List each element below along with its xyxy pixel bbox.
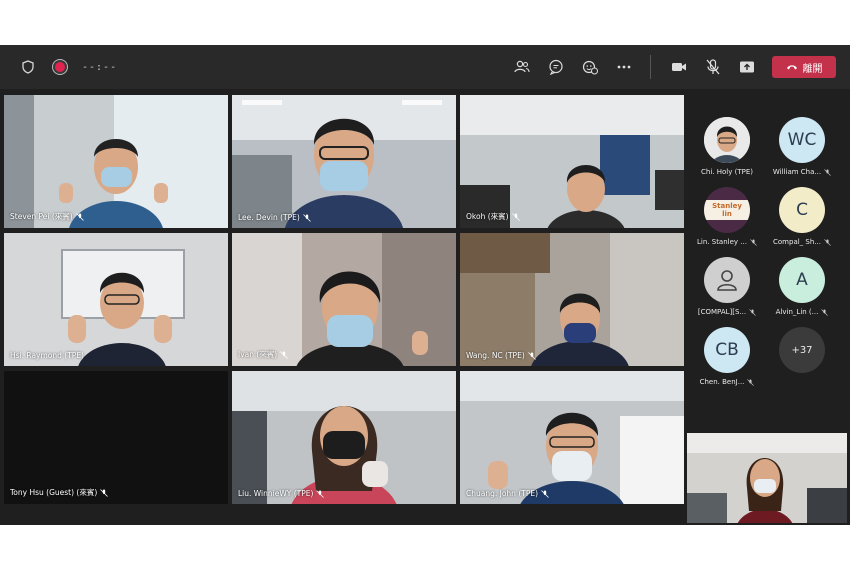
video-tile[interactable]: Lee. Devin (TPE) [232,95,456,228]
mic-muted-icon [75,212,84,221]
mic-muted-icon [750,238,757,246]
roster-name: [COMPAL][S... [697,308,747,316]
camera-icon[interactable] [664,54,694,80]
video-tile[interactable]: Liu. WinnieWY (TPE) [232,371,456,504]
video-tile[interactable]: Chuang. John (TPE) [460,371,684,504]
mic-muted-icon [824,238,831,246]
roster-participant[interactable]: Chi. Holy (TPE) [692,117,762,176]
mic-muted-icon [280,350,289,359]
self-video-feed [687,433,847,523]
mic-muted-icon [511,212,520,221]
overflow-count: +37 [779,327,825,373]
avatar-initials: CB [715,340,739,360]
participant-label: Ivan (來賓) [238,349,289,360]
record-icon[interactable] [50,57,70,77]
participant-label: Lee. Devin (TPE) [238,213,311,222]
shield-icon[interactable] [18,57,38,77]
mic-muted-icon [747,378,755,386]
video-feed [4,233,228,366]
video-feed [232,371,456,504]
mic-muted-icon [100,488,109,497]
self-view[interactable] [687,433,847,523]
roster-name: Alvin_Lin (... [775,308,819,316]
roster-name: Chi. Holy (TPE) [701,168,753,176]
avatar: A [779,257,825,303]
video-feed [460,95,684,228]
roster-name: Chen. BenJ... [699,378,745,386]
roster-participant[interactable]: C Compal_ Sh... [767,187,837,246]
user-icon [717,270,737,291]
leave-button[interactable]: 離開 [772,56,836,78]
roster-name: Lin. Stanley ... [697,238,747,246]
video-tile[interactable]: Okoh (來賓) [460,95,684,228]
participant-label: Okoh (來賓) [466,211,520,222]
roster-participant[interactable]: WC William Cha... [767,117,837,176]
roster-participant[interactable]: Stanley lin Lin. Stanley ... [692,187,762,246]
video-tile[interactable]: Hsi. Raymond (TPE) [4,233,228,366]
avatar: WC [779,117,825,163]
avatar: C [779,187,825,233]
roster-name: Compal_ Sh... [773,238,821,246]
more-icon[interactable] [609,54,639,80]
mic-muted-icon [821,308,829,316]
participant-label: Liu. WinnieWY (TPE) [238,489,325,498]
avatar-initials: C [796,200,808,220]
meeting-toolbar: --:-- 離開 [0,45,850,89]
avatar [704,117,750,163]
mic-off-icon[interactable] [698,54,728,80]
participant-label: Chuang. John (TPE) [466,489,549,498]
meeting-window: --:-- 離開 Steven Pei (來賓) Lee. Devin (TPE… [0,45,850,525]
mic-muted-icon [749,308,756,316]
video-feed [460,371,684,504]
participant-label: Steven Pei (來賓) [10,211,84,222]
avatar-initials: A [796,270,808,290]
mic-muted-icon [824,168,831,176]
participants-icon[interactable] [507,54,537,80]
roster-participant[interactable]: A Alvin_Lin (... [767,257,837,316]
video-feed [460,233,684,366]
avatar-initials: WC [787,130,817,150]
participant-label: Wang. NC (TPE) [466,351,536,360]
mic-muted-icon [303,213,311,222]
video-tile[interactable]: Ivan (來賓) [232,233,456,366]
chat-icon[interactable] [541,54,571,80]
participant-label: Tony Hsu (Guest) (來賓) [10,487,109,498]
participant-label: Hsi. Raymond (TPE) [10,351,84,360]
roster-participant[interactable]: [COMPAL][S... [692,257,762,316]
mic-muted-icon [541,489,549,498]
mic-muted-icon [527,351,536,360]
video-tile[interactable]: Tony Hsu (Guest) (來賓) [4,371,228,504]
roster-participant[interactable]: CB Chen. BenJ... [692,327,762,386]
more-participants-button[interactable]: +37 [767,327,837,373]
avatar-image-text: Stanley lin [704,200,750,220]
avatar: Stanley lin [704,187,750,233]
video-feed [232,95,456,228]
leave-label: 離開 [802,63,823,75]
mic-muted-icon [316,489,325,498]
share-icon[interactable] [732,54,762,80]
video-tile[interactable]: Steven Pei (來賓) [4,95,228,228]
avatar: CB [704,327,750,373]
avatar [704,257,750,303]
reactions-icon[interactable] [575,54,605,80]
video-feed [4,95,228,228]
phone-hangup-icon [786,65,797,70]
video-feed [232,233,456,366]
meeting-timer: --:-- [82,61,118,73]
toolbar-divider [650,55,651,79]
roster-name: William Cha... [772,168,822,176]
video-tile[interactable]: Wang. NC (TPE) [460,233,684,366]
